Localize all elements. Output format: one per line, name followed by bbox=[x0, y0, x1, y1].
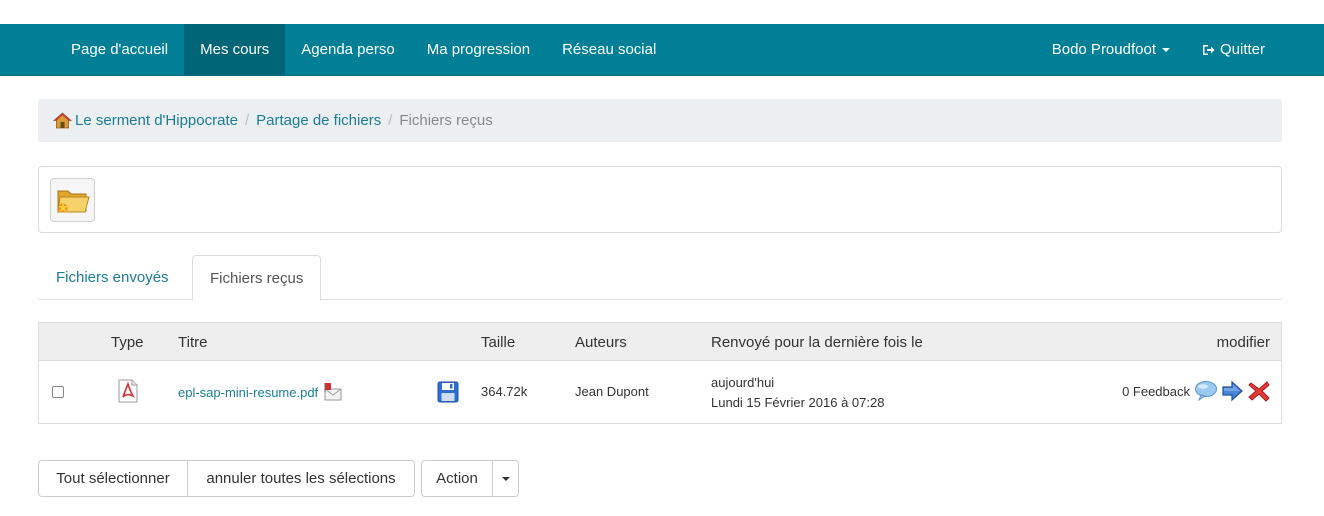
user-menu-dropdown[interactable]: Bodo Proudfoot bbox=[1036, 24, 1186, 75]
received-files-table: Type Titre Taille Auteurs Renvoyé pour l… bbox=[38, 322, 1282, 424]
nav-item-social-network[interactable]: Réseau social bbox=[546, 24, 672, 75]
select-all-button[interactable]: Tout sélectionner bbox=[38, 460, 188, 497]
caret-down-icon bbox=[501, 476, 510, 481]
nav-item-agenda[interactable]: Agenda perso bbox=[285, 24, 410, 75]
save-icon[interactable] bbox=[437, 381, 459, 403]
column-header-type[interactable]: Type bbox=[111, 323, 144, 361]
logout-label: Quitter bbox=[1219, 41, 1265, 58]
sign-out-icon bbox=[1202, 44, 1215, 55]
date-full: Lundi 15 Février 2016 à 07:28 bbox=[711, 395, 885, 410]
breadcrumb: Le serment d'Hippocrate / Partage de fic… bbox=[38, 99, 1282, 142]
row-actions: 0 Feedback bbox=[1122, 380, 1271, 402]
file-tabs: Fichiers envoyés Fichiers reçus bbox=[38, 255, 1282, 301]
file-title-cell: epl-sap-mini-resume.pdf bbox=[178, 383, 343, 401]
folder-new-icon bbox=[56, 190, 90, 213]
action-button[interactable]: Action bbox=[421, 460, 493, 497]
file-author: Jean Dupont bbox=[575, 384, 649, 399]
action-dropdown-toggle[interactable] bbox=[492, 460, 519, 497]
date-relative: aujourd'hui bbox=[711, 375, 775, 390]
main-nav: Page d'accueil Mes cours Agenda perso Ma… bbox=[55, 24, 672, 75]
nav-item-progress[interactable]: Ma progression bbox=[411, 24, 546, 75]
logout-link[interactable]: Quitter bbox=[1186, 24, 1281, 75]
actions-toolbar bbox=[38, 166, 1282, 233]
nav-item-home[interactable]: Page d'accueil bbox=[55, 24, 184, 75]
new-folder-button[interactable] bbox=[50, 178, 95, 222]
user-nav: Bodo Proudfoot Quitter bbox=[1036, 24, 1281, 75]
column-header-last-sent[interactable]: Renvoyé pour la dernière fois le bbox=[711, 323, 923, 361]
new-file-envelope-icon bbox=[324, 383, 342, 401]
breadcrumb-separator: / bbox=[244, 112, 250, 129]
top-navbar: Page d'accueil Mes cours Agenda perso Ma… bbox=[0, 24, 1324, 76]
feedback-count[interactable]: 0 Feedback bbox=[1122, 384, 1190, 399]
home-icon bbox=[53, 112, 72, 129]
breadcrumb-file-sharing-link[interactable]: Partage de fichiers bbox=[256, 112, 381, 129]
column-header-authors[interactable]: Auteurs bbox=[575, 323, 627, 361]
comment-bubble-icon[interactable] bbox=[1194, 380, 1218, 402]
tab-sent-files[interactable]: Fichiers envoyés bbox=[39, 255, 186, 300]
breadcrumb-current: Fichiers reçus bbox=[399, 112, 493, 129]
deselect-all-button[interactable]: annuler toutes les sélections bbox=[187, 460, 415, 497]
nav-item-my-courses[interactable]: Mes cours bbox=[184, 24, 286, 75]
file-size: 364.72k bbox=[481, 384, 528, 399]
file-download-link[interactable]: epl-sap-mini-resume.pdf bbox=[178, 385, 318, 400]
breadcrumb-course-link[interactable]: Le serment d'Hippocrate bbox=[75, 112, 238, 129]
table-header: Type Titre Taille Auteurs Renvoyé pour l… bbox=[39, 323, 1281, 361]
delete-icon[interactable] bbox=[1247, 380, 1271, 402]
row-select-checkbox[interactable] bbox=[52, 386, 64, 398]
column-header-title[interactable]: Titre bbox=[178, 323, 207, 361]
column-header-size[interactable]: Taille bbox=[481, 323, 515, 361]
pdf-icon bbox=[118, 379, 138, 403]
breadcrumb-separator: / bbox=[388, 112, 393, 129]
table-row: epl-sap-mini-resume.pdf 364.72k Jean Dup… bbox=[39, 361, 1281, 423]
column-header-modify: modifier bbox=[1216, 334, 1270, 351]
caret-down-icon bbox=[1161, 47, 1170, 52]
move-arrow-icon[interactable] bbox=[1221, 380, 1244, 402]
user-name: Bodo Proudfoot bbox=[1051, 41, 1156, 58]
tab-received-files[interactable]: Fichiers reçus bbox=[192, 255, 322, 301]
